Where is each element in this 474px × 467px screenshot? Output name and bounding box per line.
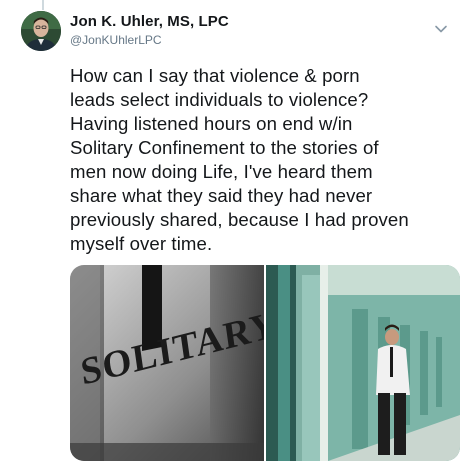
media-photo-prison-corridor[interactable] [266, 265, 460, 461]
avatar[interactable] [21, 11, 61, 51]
chevron-down-icon [435, 25, 447, 33]
author-handle[interactable]: @JonKUhlerLPC [70, 33, 162, 47]
more-options-button[interactable] [434, 22, 448, 36]
tweet-text: How can I say that violence & porn leads… [70, 65, 409, 254]
thread-line [42, 0, 44, 10]
media-photo-solitary-sign[interactable]: SOLITARY [70, 265, 264, 461]
avatar-photo-icon [21, 11, 61, 51]
media-grid: SOLITARY [70, 265, 460, 461]
prison-corridor-image [266, 265, 460, 461]
author-name[interactable]: Jon K. Uhler, MS, LPC [70, 13, 229, 30]
